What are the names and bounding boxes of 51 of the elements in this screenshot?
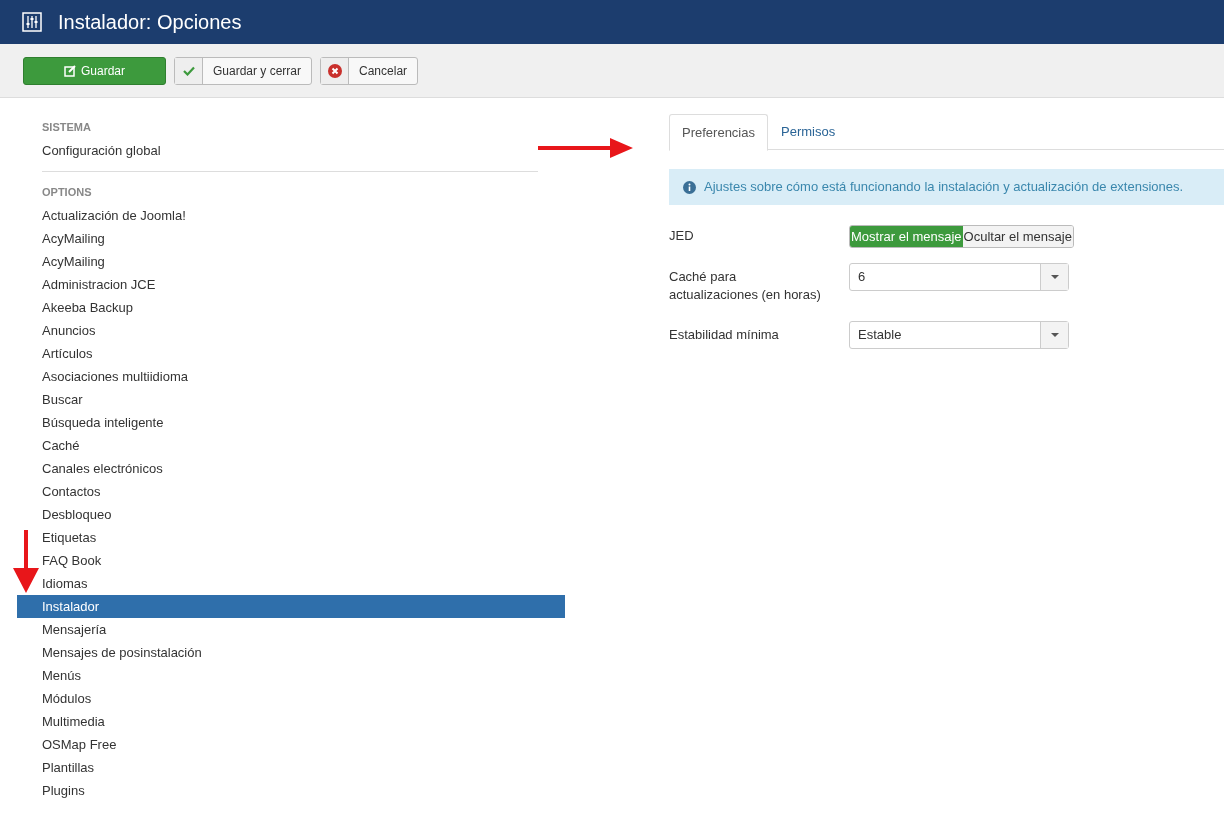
sidebar-item[interactable]: Plugins	[42, 779, 565, 802]
sidebar-item[interactable]: Idiomas	[42, 572, 565, 595]
cancel-icon	[327, 63, 342, 78]
section-heading: SISTEMA	[42, 119, 91, 135]
sidebar-item[interactable]: Menús	[42, 664, 565, 687]
sidebar-item[interactable]: Asociaciones multiidioma	[42, 365, 565, 388]
sidebar-item[interactable]: Artículos	[42, 342, 565, 365]
sidebar-item[interactable]: Actualización de Joomla!	[42, 204, 565, 227]
sidebar-item[interactable]: Caché	[42, 434, 565, 457]
sidebar-item[interactable]: OSMap Free	[42, 733, 565, 756]
sidebar-item[interactable]: Akeeba Backup	[42, 296, 565, 319]
sidebar-item[interactable]: Desbloqueo	[42, 503, 565, 526]
toggle-option[interactable]: Ocultar el mensaje	[962, 226, 1073, 247]
page-title: Instalador: Opciones	[58, 10, 242, 34]
sidebar-item[interactable]: Plantillas	[42, 756, 565, 779]
sidebar-item[interactable]: Mensajes de posinstalación	[42, 641, 565, 664]
sidebar-item[interactable]: Buscar	[42, 388, 565, 411]
tab[interactable]: Permisos	[768, 114, 849, 150]
sidebar-item[interactable]: Administracion JCE	[42, 273, 565, 296]
sliders-icon	[22, 12, 42, 32]
cancel-button[interactable]: Cancelar	[320, 56, 419, 85]
sidebar-item[interactable]: Canales electrónicos	[42, 457, 565, 480]
field-label: Estabilidad mínima	[669, 326, 780, 344]
edit-icon	[64, 64, 76, 77]
alert-text: Ajustes sobre cómo está funcionando la instalación y actualización de extensiones.	[704, 178, 1184, 197]
sidebar-item[interactable]: Configuración global	[42, 139, 522, 162]
caret-icon	[1050, 275, 1059, 279]
sidebar-item[interactable]: FAQ Book	[42, 549, 565, 572]
sidebar-item[interactable]: Módulos	[42, 687, 565, 710]
sidebar-item[interactable]: AcyMailing	[42, 250, 565, 273]
select-field[interactable]: 6	[849, 263, 1069, 291]
sidebar-item[interactable]: Anuncios	[42, 319, 565, 342]
save-button[interactable]: Guardar	[23, 56, 166, 85]
toggle-option[interactable]: Mostrar el mensaje	[850, 226, 963, 247]
save-close-button[interactable]: Guardar y cerrar	[174, 56, 313, 85]
select-field[interactable]: Estable	[849, 321, 1069, 349]
sidebar-item[interactable]: Búsqueda inteligente	[42, 411, 565, 434]
sidebar-item[interactable]: Etiquetas	[42, 526, 565, 549]
sidebar-item[interactable]: AcyMailing	[42, 227, 565, 250]
sidebar-item[interactable]: Contactos	[42, 480, 565, 503]
sidebar-item[interactable]: Instalador	[17, 595, 565, 618]
field-label: Caché para actualizaciones (en horas)	[669, 268, 822, 304]
arrow-annotation	[12, 530, 40, 594]
info-icon	[683, 180, 696, 194]
field-label: JED	[669, 227, 695, 245]
sidebar-item[interactable]: Multimedia	[42, 710, 565, 733]
section-heading: OPTIONS	[42, 184, 92, 200]
check-icon	[182, 65, 195, 76]
sidebar-item[interactable]: Mensajería	[42, 618, 565, 641]
tab[interactable]: Preferencias	[669, 114, 768, 151]
caret-icon	[1050, 333, 1059, 337]
